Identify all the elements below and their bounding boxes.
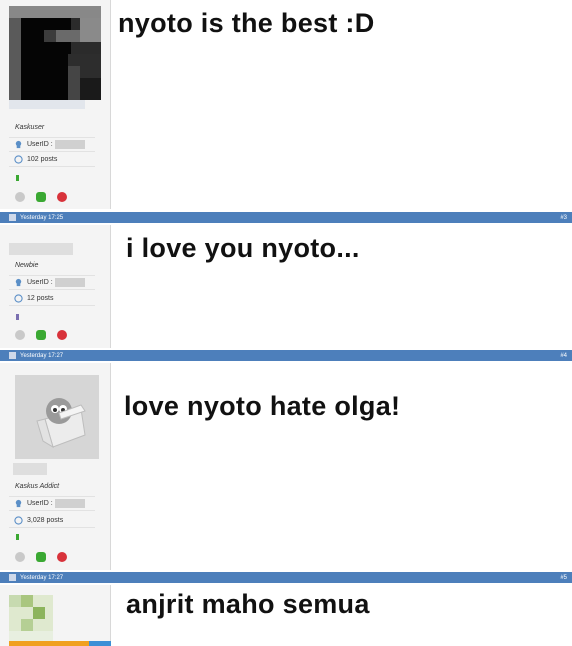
post-number-link[interactable]: #3 (560, 215, 567, 221)
report-icon[interactable] (57, 552, 67, 562)
post-message: anjrit maho semua (126, 589, 370, 619)
userid-value-blurred (54, 278, 85, 287)
userid-row: UserID : (9, 275, 95, 290)
user-actions (15, 192, 67, 202)
post-header-bar: Yesterday 17:27 #5 (0, 572, 572, 583)
post-number-link[interactable]: #5 (560, 575, 567, 581)
user-sidebar: Newbie UserID : 12 posts (0, 225, 111, 348)
reputation-bar (16, 314, 19, 320)
smiley-icon[interactable] (15, 552, 25, 562)
post-timestamp: Yesterday 17:27 (20, 352, 64, 359)
post-icon (9, 214, 16, 221)
userid-label: UserID : (27, 141, 53, 148)
blue-banner (89, 641, 111, 646)
post-4: anjrit maho semua (0, 585, 572, 646)
post-icon (9, 574, 16, 581)
avatar[interactable] (9, 595, 53, 643)
post-count[interactable]: 102 posts (27, 156, 57, 163)
quote-icon[interactable] (36, 192, 46, 202)
post-timestamp: Yesterday 17:27 (20, 574, 64, 581)
user-icon (15, 140, 22, 149)
speech-bubble-icon (14, 154, 23, 164)
avatar[interactable] (9, 6, 101, 100)
orange-banner (9, 641, 89, 646)
post-header-bar: Yesterday 17:27 #4 (0, 350, 572, 361)
post-count[interactable]: 12 posts (27, 295, 53, 302)
user-sidebar: Kaskus Addict UserID : 3,028 posts (0, 363, 111, 570)
avatar[interactable] (15, 375, 99, 459)
smiley-icon[interactable] (15, 192, 25, 202)
post-2: Newbie UserID : 12 posts i love you nyot… (0, 225, 572, 348)
post-count-row: 3,028 posts (9, 513, 95, 528)
user-sidebar (0, 585, 111, 646)
user-icon (15, 278, 22, 287)
userid-row: UserID : (9, 496, 95, 511)
username-blurred[interactable] (9, 243, 73, 255)
post-icon (9, 352, 16, 359)
speech-bubble-icon (14, 293, 23, 303)
user-sidebar: Kaskuser UserID : 102 posts (0, 0, 111, 209)
user-rank: Newbie (15, 262, 39, 269)
post-message: i love you nyoto... (126, 233, 360, 263)
post-content: nyoto is the best :D (112, 0, 572, 209)
post-message: nyoto is the best :D (118, 8, 375, 38)
post-3: Kaskus Addict UserID : 3,028 posts love … (0, 363, 572, 570)
smiley-icon[interactable] (15, 330, 25, 340)
user-rank: Kaskus Addict (15, 483, 60, 490)
report-icon[interactable] (57, 192, 67, 202)
post-timestamp: Yesterday 17:25 (20, 214, 64, 221)
userid-label: UserID : (27, 279, 53, 286)
userid-value-blurred (54, 140, 85, 149)
username-blurred[interactable] (9, 100, 85, 109)
post-content: i love you nyoto... (112, 225, 572, 348)
post-content: anjrit maho semua (112, 585, 572, 646)
report-icon[interactable] (57, 330, 67, 340)
userid-row: UserID : (9, 137, 95, 152)
default-avatar-icon (36, 398, 86, 449)
speech-bubble-icon (14, 515, 23, 525)
post-1: Kaskuser UserID : 102 posts nyoto is the… (0, 0, 572, 209)
post-count[interactable]: 3,028 posts (27, 517, 63, 524)
post-number-link[interactable]: #4 (560, 353, 567, 359)
user-actions (15, 330, 67, 340)
reputation-bar (16, 175, 19, 181)
post-message: love nyoto hate olga! (124, 391, 401, 421)
post-count-row: 102 posts (9, 152, 95, 167)
quote-icon[interactable] (36, 552, 46, 562)
quote-icon[interactable] (36, 330, 46, 340)
user-actions (15, 552, 67, 562)
userid-value-blurred (54, 499, 85, 508)
post-count-row: 12 posts (9, 291, 95, 306)
user-icon (15, 499, 22, 508)
reputation-bar (16, 534, 19, 540)
userid-label: UserID : (27, 500, 53, 507)
username-blurred[interactable] (13, 463, 47, 475)
post-header-bar: Yesterday 17:25 #3 (0, 212, 572, 223)
user-rank: Kaskuser (15, 124, 45, 131)
post-content: love nyoto hate olga! (112, 363, 572, 570)
